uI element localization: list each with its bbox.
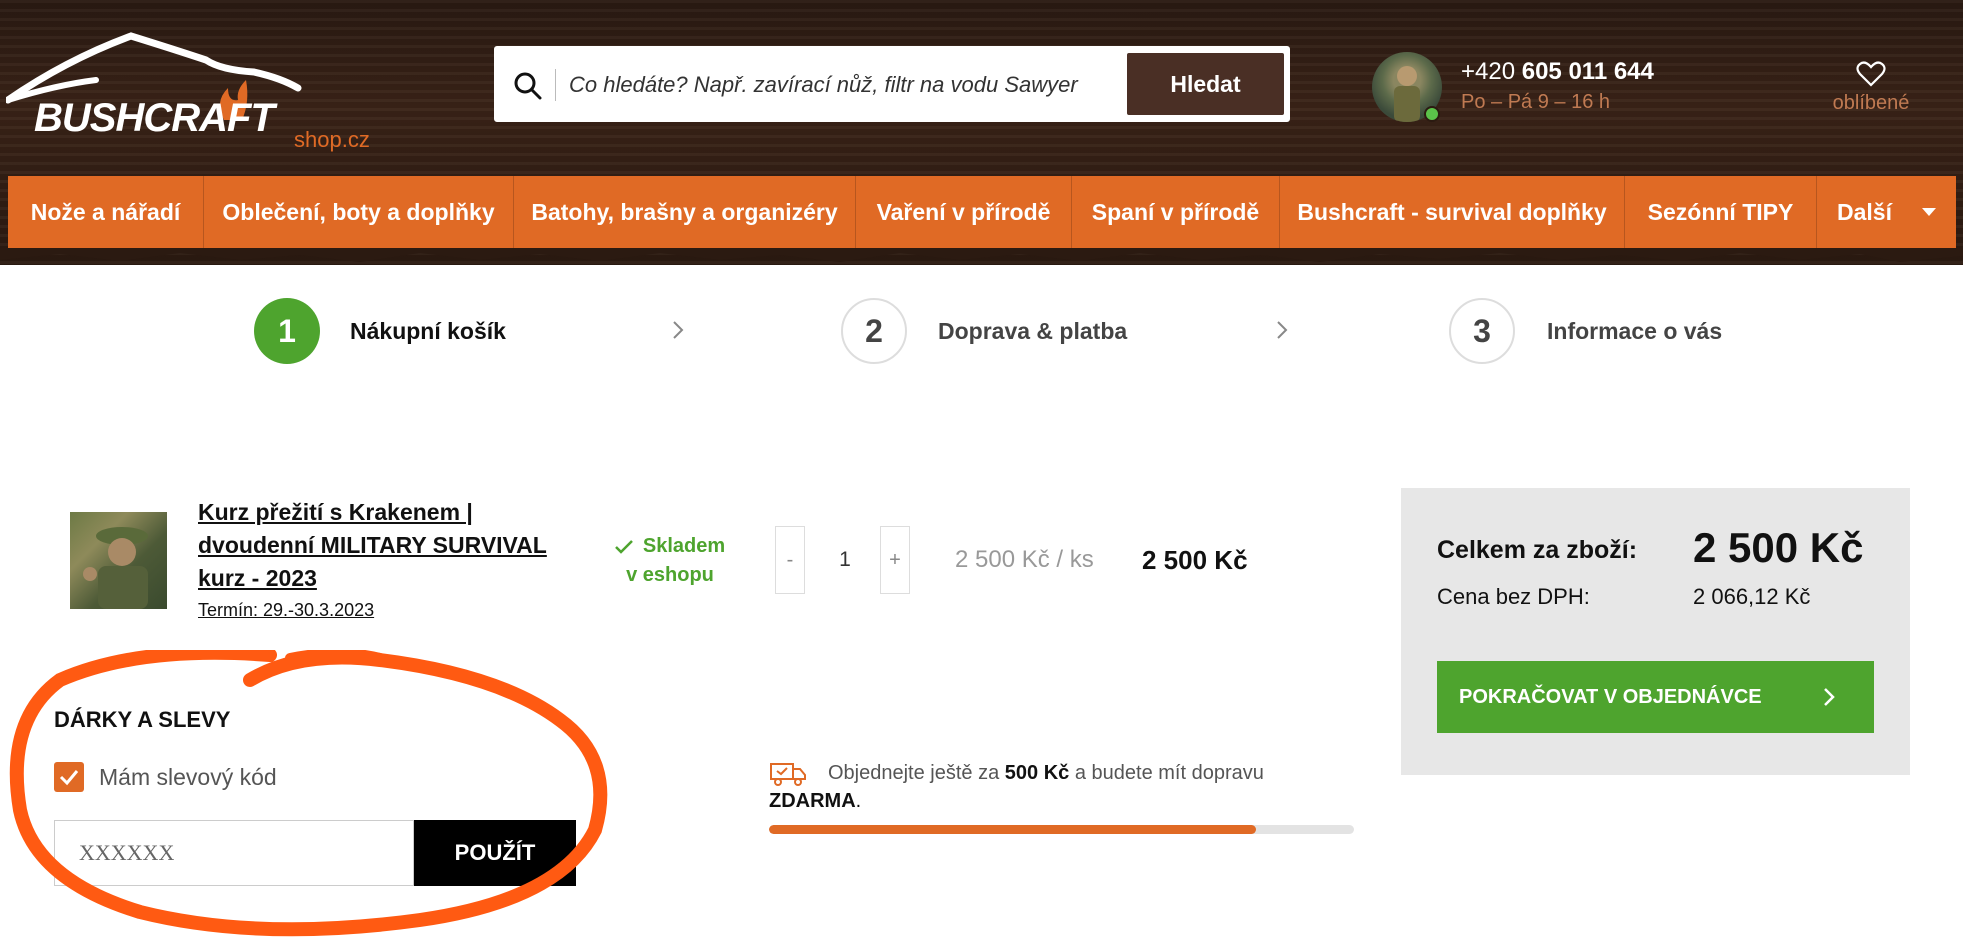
favorites-link[interactable]: oblíbené	[1826, 60, 1916, 115]
nav-item-backpacks[interactable]: Batohy, brašny a organizéry	[514, 176, 856, 248]
chevron-right-icon	[673, 321, 684, 339]
nav-item-knives[interactable]: Nože a nářadí	[8, 176, 204, 248]
search-icon[interactable]	[513, 71, 543, 101]
step-2-label[interactable]: Doprava & platba	[938, 318, 1127, 345]
nav-item-label: Spaní v přírodě	[1091, 198, 1260, 225]
checkout-steps: 1 Nákupní košík 2 Doprava & platba 3 Inf…	[0, 296, 1963, 366]
phone-digits: 605 011 644	[1521, 58, 1654, 85]
logo-suffix: shop.cz	[294, 127, 370, 152]
summary-total-label: Celkem za zboží:	[1437, 536, 1638, 564]
nav-item-seasonal[interactable]: Sezónní TIPY	[1625, 176, 1817, 248]
check-icon	[614, 539, 633, 554]
discount-code-checkbox[interactable]	[54, 762, 84, 792]
nav-item-survival[interactable]: Bushcraft - survival doplňky	[1280, 176, 1625, 248]
summary-total-value: 2 500 Kč	[1693, 524, 1864, 571]
stock-status: Skladem v eshopu	[605, 532, 735, 590]
nav-item-label: Vaření v přírodě	[876, 198, 1051, 225]
stock-line-1: Skladem	[642, 535, 726, 557]
logo-text: BUSHCRAFT	[34, 96, 275, 140]
nav-item-label: Batohy, brašny a organizéry	[531, 198, 838, 225]
free-shipping-progress-fill	[769, 825, 1257, 834]
checkmark-icon	[59, 770, 79, 786]
discount-code-checkbox-label[interactable]: Mám slevový kód	[99, 764, 277, 791]
summary-net-value: 2 066,12 Kč	[1693, 584, 1811, 609]
free-shipping-text: Objednejte ještě za 500 Kč a budete mít …	[828, 762, 1264, 785]
delivery-truck-icon	[770, 763, 806, 786]
unit-price: 2 500 Kč / ks	[955, 546, 1094, 573]
opening-hours: Po – Pá 9 – 16 h	[1461, 91, 1611, 113]
stock-line-2: v eshopu	[626, 564, 714, 586]
nav-item-sleeping[interactable]: Spaní v přírodě	[1072, 176, 1280, 248]
product-photo-icon	[83, 527, 148, 609]
free-shipping-progress	[769, 825, 1354, 834]
main-nav: Nože a nářadí Oblečení, boty a doplňky B…	[8, 176, 1956, 248]
qty-increase-button[interactable]: +	[880, 526, 910, 594]
online-status-dot	[1424, 106, 1440, 122]
nav-item-more[interactable]: Další	[1817, 176, 1956, 248]
phone-number[interactable]: +420 605 011 644	[1461, 58, 1654, 86]
discount-code-input[interactable]	[54, 820, 414, 886]
summary-net-label: Cena bez DPH:	[1437, 584, 1590, 609]
step-3-label[interactable]: Informace o vás	[1547, 318, 1722, 345]
continue-label: POKRAČOVAT V OBJEDNÁVCE	[1459, 685, 1762, 708]
nav-item-label: Další	[1837, 198, 1892, 225]
product-image[interactable]	[70, 512, 167, 609]
search-input[interactable]	[569, 63, 1109, 107]
product-name-link[interactable]: Kurz přežití s Krakenem | dvoudenní MILI…	[198, 496, 558, 595]
shipping-text-before: Objednejte ještě za	[828, 762, 1005, 784]
shipping-free-suffix: .	[855, 790, 862, 812]
phone-prefix: +420	[1461, 58, 1522, 85]
search-bar: Hledat	[494, 46, 1290, 122]
line-total: 2 500 Kč	[1142, 545, 1248, 575]
favorites-label: oblíbené	[1832, 92, 1910, 114]
qty-decrease-button[interactable]: -	[775, 526, 805, 594]
nav-item-label: Bushcraft - survival doplňky	[1297, 198, 1607, 225]
step-2-circle[interactable]: 2	[841, 298, 907, 364]
gifts-title: DÁRKY A SLEVY	[54, 707, 231, 732]
chevron-right-icon	[1824, 688, 1835, 706]
shipping-text-after: a budete mít dopravu	[1069, 762, 1264, 784]
highlight-annotation	[9, 650, 608, 937]
step-1-circle[interactable]: 1	[254, 298, 320, 364]
search-button[interactable]: Hledat	[1127, 53, 1284, 115]
step-3-circle[interactable]: 3	[1449, 298, 1515, 364]
free-shipping-text-2: ZDARMA.	[769, 790, 861, 813]
product-term[interactable]: Termín: 29.-30.3.2023	[198, 600, 374, 621]
step-1-label[interactable]: Nákupní košík	[350, 318, 506, 345]
shipping-free: ZDARMA	[769, 790, 856, 812]
apply-discount-button[interactable]: POUŽÍT	[414, 820, 576, 886]
site-header: BUSHCRAFT shop.cz Hledat +420 605 011 64…	[0, 0, 1963, 265]
order-summary: Celkem za zboží: 2 500 Kč Cena bez DPH: …	[1401, 488, 1910, 775]
nav-item-label: Sezónní TIPY	[1647, 198, 1794, 225]
nav-item-clothing[interactable]: Oblečení, boty a doplňky	[204, 176, 514, 248]
caret-down-icon	[1921, 208, 1936, 216]
nav-item-label: Oblečení, boty a doplňky	[222, 198, 495, 225]
logo[interactable]: BUSHCRAFT shop.cz	[6, 30, 376, 152]
heart-icon	[1856, 61, 1886, 87]
nav-item-label: Nože a nářadí	[30, 198, 181, 225]
torn-edge	[0, 248, 1963, 262]
chevron-right-icon	[1277, 321, 1288, 339]
shipping-amount: 500 Kč	[1004, 762, 1070, 784]
nav-item-cooking[interactable]: Vaření v přírodě	[856, 176, 1072, 248]
search-separator	[555, 69, 556, 101]
continue-order-button[interactable]: POKRAČOVAT V OBJEDNÁVCE	[1437, 661, 1874, 733]
qty-value[interactable]: 1	[820, 548, 870, 572]
